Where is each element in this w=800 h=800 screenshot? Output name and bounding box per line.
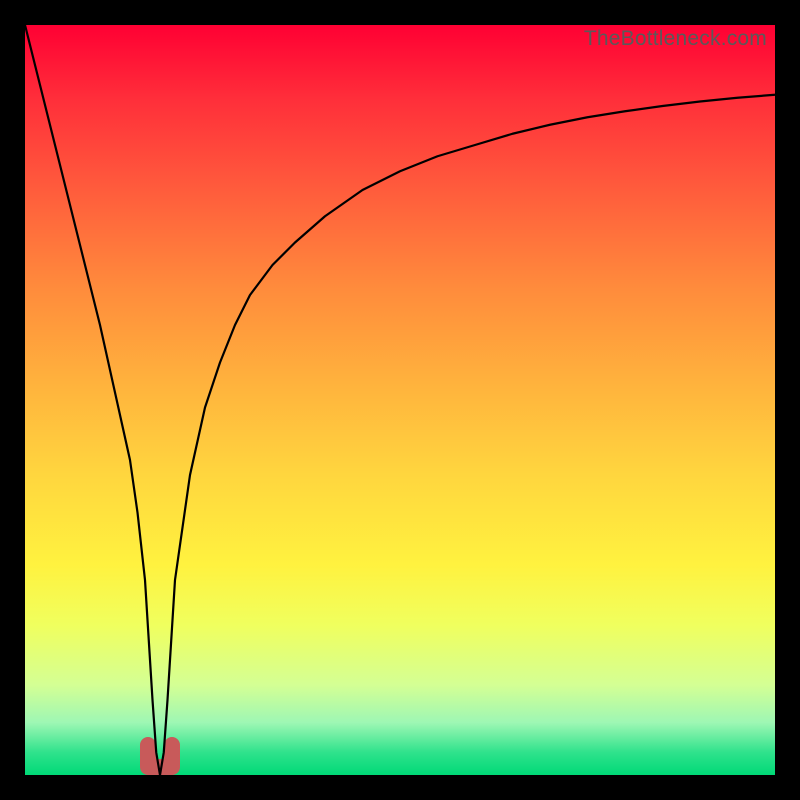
chart-stage: TheBottleneck.com — [0, 0, 800, 800]
plot-area: TheBottleneck.com — [25, 25, 775, 775]
bottleneck-plot-svg — [25, 25, 775, 775]
min-point-marker — [148, 745, 172, 767]
bottleneck-curve — [25, 25, 775, 775]
